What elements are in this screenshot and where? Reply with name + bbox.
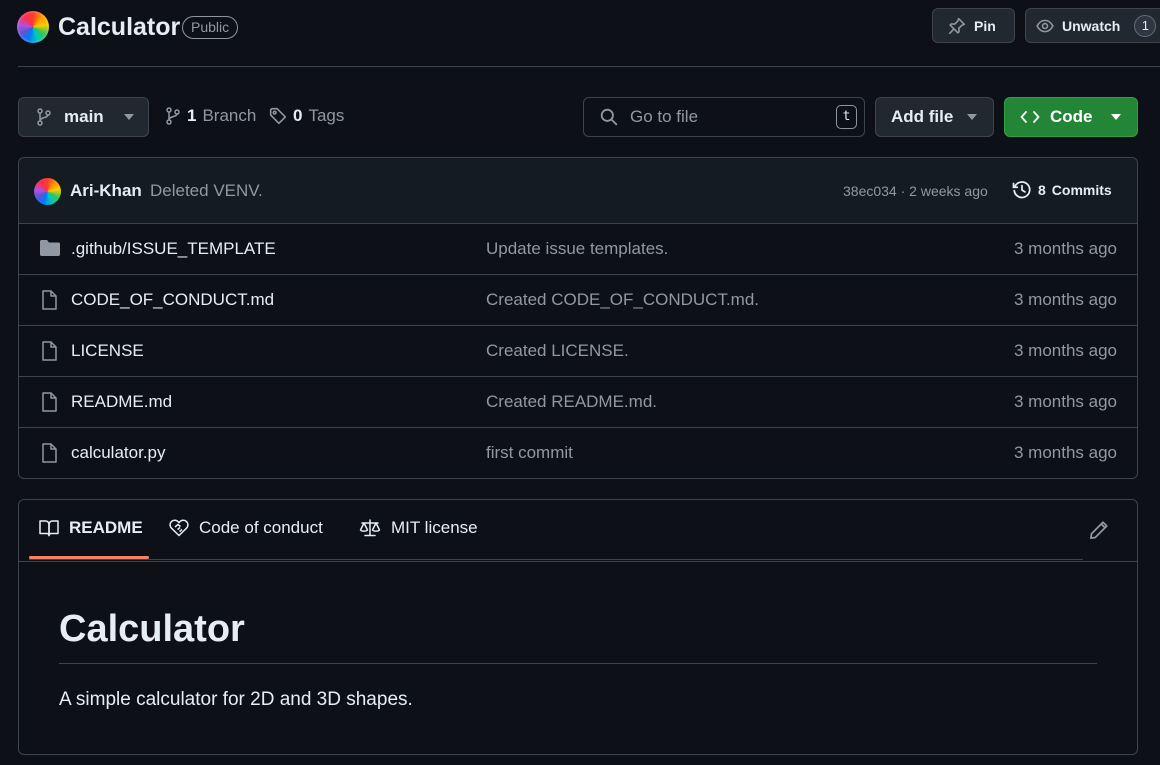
tab-label: Code of conduct bbox=[199, 518, 323, 537]
file-commit-message[interactable]: Created README.md. bbox=[486, 392, 657, 412]
branch-label: Branch bbox=[202, 106, 257, 125]
file-updated-time: 3 months ago bbox=[1013, 239, 1117, 258]
file-icon bbox=[39, 443, 61, 463]
commits-label: Commits bbox=[1051, 182, 1112, 198]
unwatch-button[interactable]: Unwatch 1 bbox=[1025, 8, 1160, 43]
file-name[interactable]: .github/ISSUE_TEMPLATE bbox=[71, 239, 276, 259]
pencil-icon[interactable] bbox=[1089, 520, 1109, 540]
commits-link[interactable]: 8 Commits bbox=[1012, 180, 1112, 200]
table-row[interactable]: LICENSE Created LICENSE. 3 months ago bbox=[19, 326, 1137, 377]
repo-header: Calculator Public Pin Unwatch 1 bbox=[0, 0, 1160, 66]
search-icon bbox=[600, 108, 618, 126]
tab-license[interactable]: MIT license bbox=[359, 518, 478, 538]
branch-count-icon bbox=[165, 107, 181, 125]
table-row[interactable]: calculator.py first commit 3 months ago bbox=[19, 428, 1137, 478]
tab-label: MIT license bbox=[391, 518, 478, 537]
commit-author[interactable]: Ari-Khan bbox=[70, 181, 142, 201]
tab-label: README bbox=[69, 518, 143, 537]
file-icon bbox=[39, 392, 61, 412]
code-icon bbox=[1020, 109, 1040, 125]
commit-message[interactable]: Deleted VENV. bbox=[150, 181, 263, 201]
tab-readme[interactable]: README bbox=[39, 518, 143, 538]
visibility-badge: Public bbox=[182, 16, 239, 39]
file-updated-time: 3 months ago bbox=[1013, 392, 1117, 411]
table-row[interactable]: .github/ISSUE_TEMPLATE Update issue temp… bbox=[19, 224, 1137, 275]
chevron-down-icon bbox=[1110, 114, 1121, 120]
file-commit-message[interactable]: Created CODE_OF_CONDUCT.md. bbox=[486, 290, 759, 310]
branch-icon bbox=[36, 108, 52, 126]
code-label: Code bbox=[1050, 107, 1093, 126]
branches-link[interactable]: 1 Branch bbox=[165, 106, 256, 126]
branch-name: main bbox=[64, 107, 104, 126]
pin-button[interactable]: Pin bbox=[932, 8, 1015, 43]
tab-code-of-conduct[interactable]: Code of conduct bbox=[169, 518, 323, 538]
file-commit-message[interactable]: first commit bbox=[486, 443, 573, 463]
go-to-file-placeholder: Go to file bbox=[630, 107, 699, 126]
file-commit-message[interactable]: Created LICENSE. bbox=[486, 341, 629, 361]
latest-commit-bar: Ari-Khan Deleted VENV. 38ec034 · 2 weeks… bbox=[19, 158, 1137, 224]
readme-description: A simple calculator for 2D and 3D shapes… bbox=[59, 689, 413, 710]
commit-author-avatar[interactable] bbox=[34, 178, 61, 205]
header-divider bbox=[18, 66, 1160, 67]
pin-label: Pin bbox=[974, 17, 996, 34]
tabs-divider bbox=[29, 559, 1083, 560]
table-row[interactable]: CODE_OF_CONDUCT.md Created CODE_OF_CONDU… bbox=[19, 275, 1137, 326]
add-file-label: Add file bbox=[891, 107, 954, 126]
tag-count: 0 bbox=[293, 106, 303, 125]
code-button[interactable]: Code bbox=[1004, 97, 1138, 137]
file-name[interactable]: README.md bbox=[71, 392, 172, 412]
readme-content: Calculator A simple calculator for 2D an… bbox=[19, 561, 1137, 754]
history-icon bbox=[1012, 180, 1032, 200]
file-name[interactable]: LICENSE bbox=[71, 341, 144, 361]
readme-tabs: README Code of conduct MIT license bbox=[19, 500, 1137, 561]
code-of-conduct-icon bbox=[169, 519, 189, 537]
unwatch-label: Unwatch bbox=[1062, 17, 1121, 34]
commit-meta[interactable]: 38ec034 · 2 weeks ago bbox=[843, 183, 988, 199]
file-updated-time: 3 months ago bbox=[1013, 341, 1117, 360]
pin-icon bbox=[948, 17, 966, 35]
file-name[interactable]: CODE_OF_CONDUCT.md bbox=[71, 290, 274, 310]
go-to-file-input[interactable]: Go to file t bbox=[583, 97, 865, 137]
watch-count: 1 bbox=[1134, 14, 1157, 37]
book-icon bbox=[39, 519, 59, 537]
readme-heading: Calculator bbox=[59, 608, 245, 650]
add-file-button[interactable]: Add file bbox=[875, 97, 994, 137]
file-icon bbox=[39, 341, 61, 361]
file-icon bbox=[39, 290, 61, 310]
folder-icon bbox=[39, 239, 61, 257]
readme-panel: README Code of conduct MIT license Calcu… bbox=[18, 499, 1138, 755]
heading-rule bbox=[59, 663, 1097, 664]
branch-selector[interactable]: main bbox=[18, 97, 149, 137]
keyboard-shortcut-hint: t bbox=[836, 105, 857, 129]
table-row[interactable]: README.md Created README.md. 3 months ag… bbox=[19, 377, 1137, 428]
tags-link[interactable]: 0 Tags bbox=[269, 106, 344, 126]
chevron-down-icon bbox=[967, 114, 978, 120]
branch-count: 1 bbox=[187, 106, 197, 125]
file-updated-time: 3 months ago bbox=[1013, 443, 1117, 462]
tag-label: Tags bbox=[308, 106, 345, 125]
file-updated-time: 3 months ago bbox=[1013, 290, 1117, 309]
tag-icon bbox=[269, 107, 287, 125]
repo-name[interactable]: Calculator bbox=[58, 12, 180, 42]
chevron-down-icon bbox=[123, 114, 134, 120]
file-commit-message[interactable]: Update issue templates. bbox=[486, 239, 668, 259]
file-name[interactable]: calculator.py bbox=[71, 443, 166, 463]
file-list: Ari-Khan Deleted VENV. 38ec034 · 2 weeks… bbox=[18, 157, 1138, 479]
eye-icon bbox=[1036, 17, 1054, 35]
scale-icon bbox=[359, 519, 381, 537]
commits-count: 8 bbox=[1038, 182, 1046, 198]
repo-avatar[interactable] bbox=[17, 11, 49, 43]
